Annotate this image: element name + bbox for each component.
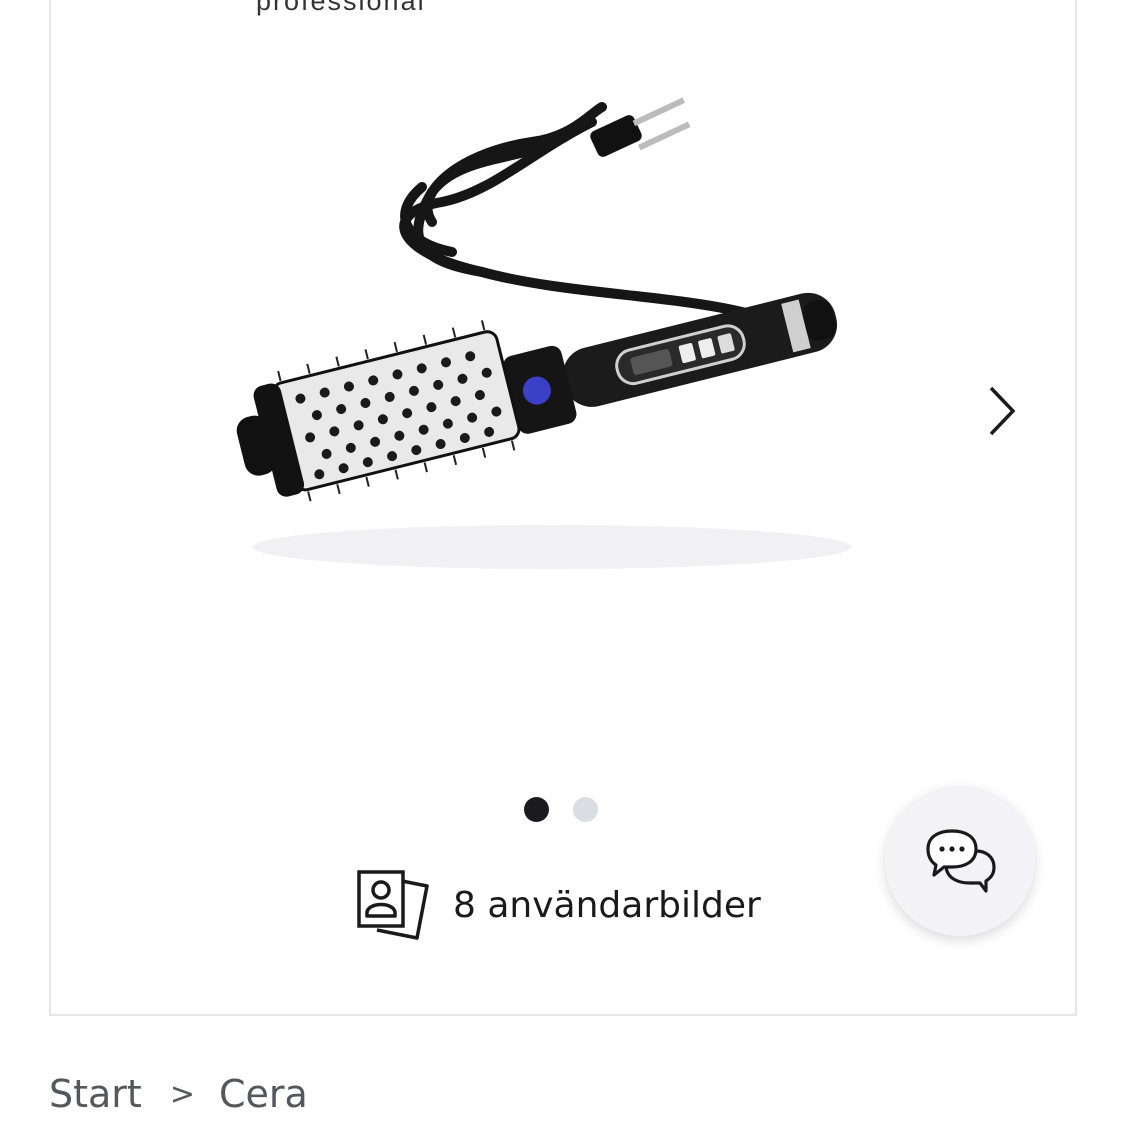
brand-logo (120, 0, 230, 8)
breadcrumb-item-cera[interactable]: Cera (219, 1072, 308, 1116)
chat-bubbles-icon (926, 829, 996, 893)
chat-button[interactable] (885, 786, 1035, 936)
breadcrumb-separator: > (169, 1076, 195, 1112)
next-image-button[interactable] (972, 376, 1032, 446)
pagination-dot-1[interactable] (524, 797, 549, 822)
page: professional 8 användarbilder Start > Ce… (0, 0, 1125, 1125)
breadcrumb-item-start[interactable]: Start (49, 1072, 142, 1116)
user-photos-icon (357, 870, 429, 940)
brand-subtitle: professional (256, 0, 426, 16)
gallery-pagination (524, 797, 598, 822)
product-image[interactable] (232, 92, 892, 582)
user-images-label: 8 användarbilder (453, 884, 761, 926)
pagination-dot-2[interactable] (573, 797, 598, 822)
chevron-right-icon (989, 386, 1016, 436)
breadcrumb: Start > Cera (49, 1072, 308, 1116)
user-images-link[interactable]: 8 användarbilder (355, 868, 761, 942)
